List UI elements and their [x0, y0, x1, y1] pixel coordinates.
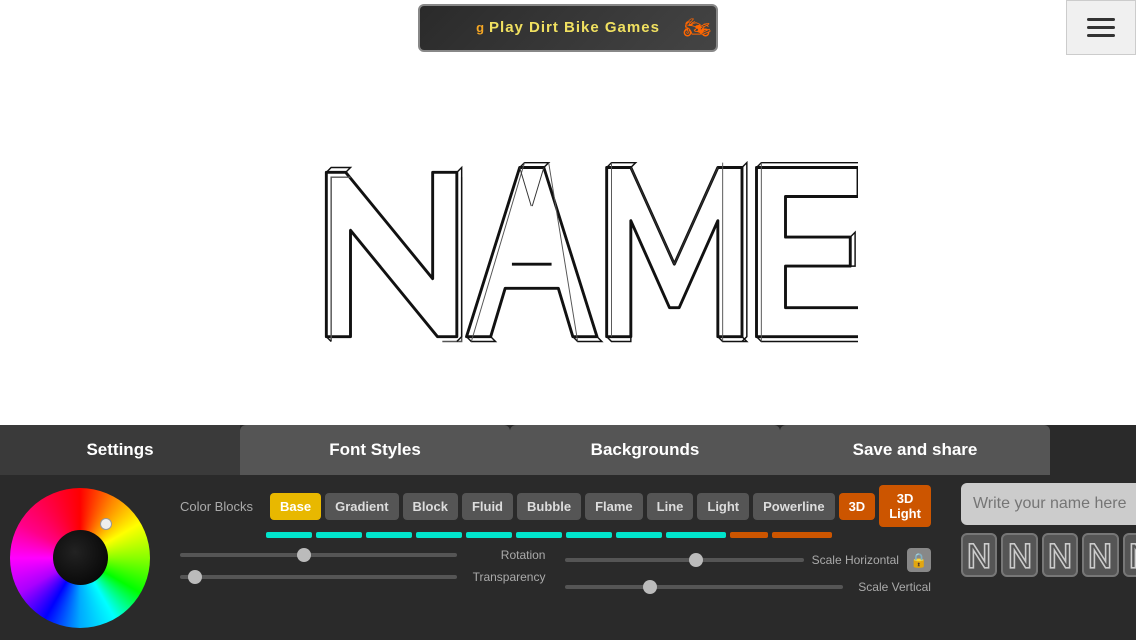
tabs-row: Settings Font Styles Backgrounds Save an… [0, 425, 1136, 475]
top-banner: g Play Dirt Bike Games 🏍 [0, 0, 1136, 55]
tab-backgrounds[interactable]: Backgrounds [510, 425, 780, 475]
rotation-thumb[interactable] [297, 548, 311, 562]
transparency-thumb[interactable] [188, 570, 202, 584]
menu-bar-3 [1087, 34, 1115, 37]
content-area: Color Blocks Base Gradient Block Fluid B… [0, 475, 1136, 640]
letter-btn-2[interactable] [1001, 533, 1037, 577]
letter-n-1 [326, 168, 461, 342]
transparency-slider-row: Transparency [180, 570, 545, 584]
font-btn-fluid[interactable]: Fluid [462, 493, 513, 520]
letter-btn-3[interactable] [1042, 533, 1078, 577]
letter-m [607, 163, 747, 342]
rotation-track[interactable] [180, 553, 457, 557]
font-btn-powerline[interactable]: Powerline [753, 493, 834, 520]
letter-btn-4[interactable] [1082, 533, 1118, 577]
color-bar-light [616, 532, 662, 538]
font-btn-flame[interactable]: Flame [585, 493, 643, 520]
left-sliders: Rotation Transparency [180, 548, 545, 594]
menu-bar-1 [1087, 18, 1115, 21]
graffiti-container [278, 90, 858, 390]
color-bar-3d [730, 532, 768, 538]
color-bar-fluid [416, 532, 462, 538]
name-input[interactable] [961, 483, 1136, 525]
right-section [951, 475, 1136, 640]
banner-ad[interactable]: g Play Dirt Bike Games 🏍 [418, 4, 718, 52]
letter-btn-1[interactable] [961, 533, 997, 577]
color-wheel[interactable] [10, 488, 150, 628]
canvas-area [0, 55, 1136, 425]
scale-v-slider-row: Scale Vertical [565, 580, 930, 594]
font-btn-bubble[interactable]: Bubble [517, 493, 581, 520]
graffiti-svg [278, 95, 858, 385]
font-buttons-row: Color Blocks Base Gradient Block Fluid B… [180, 485, 931, 527]
tab-font-styles[interactable]: Font Styles [240, 425, 510, 475]
right-sliders: Scale Horizontal 🔒 Scale Vertical [565, 548, 930, 594]
banner-ad-text: Play Dirt Bike Games [489, 19, 660, 36]
rotation-slider-row: Rotation [180, 548, 545, 562]
scale-h-track[interactable] [565, 558, 803, 562]
letter-buttons-row [961, 533, 1136, 577]
banner-g-icon: g [476, 20, 484, 35]
menu-bar-2 [1087, 26, 1115, 29]
tab-save-share[interactable]: Save and share [780, 425, 1050, 475]
font-btn-3dlight[interactable]: 3D Light [879, 485, 931, 527]
scale-v-label: Scale Vertical [851, 580, 931, 594]
color-wheel-section [0, 475, 160, 640]
color-bar-block [366, 532, 412, 538]
scale-v-thumb[interactable] [643, 580, 657, 594]
font-btn-base[interactable]: Base [270, 493, 321, 520]
letter-e [757, 163, 859, 342]
scale-h-thumb[interactable] [689, 553, 703, 567]
color-bar-line [566, 532, 612, 538]
color-bar-flame [516, 532, 562, 538]
font-btn-gradient[interactable]: Gradient [325, 493, 398, 520]
font-btn-3d[interactable]: 3D [839, 493, 876, 520]
color-bar-bubble [466, 532, 512, 538]
color-wheel-inner [53, 530, 108, 585]
scale-h-slider-row: Scale Horizontal 🔒 [565, 548, 930, 572]
color-bar-gradient [316, 532, 362, 538]
color-bar-base [266, 532, 312, 538]
bike-icon: 🏍 [683, 15, 711, 41]
bottom-panel: Settings Font Styles Backgrounds Save an… [0, 425, 1136, 640]
color-bars-row [266, 532, 931, 538]
menu-button[interactable] [1066, 0, 1136, 55]
color-wheel-dot [100, 518, 112, 530]
rotation-label: Rotation [465, 548, 545, 562]
lock-icon[interactable]: 🔒 [907, 548, 931, 572]
sliders-section: Rotation Transparency Scale Hori [180, 548, 931, 594]
color-bar-3dlight [772, 532, 832, 538]
tab-settings[interactable]: Settings [0, 425, 240, 475]
transparency-label: Transparency [465, 570, 545, 584]
font-btn-line[interactable]: Line [647, 493, 694, 520]
font-btn-block[interactable]: Block [403, 493, 458, 520]
color-blocks-label: Color Blocks [180, 499, 260, 514]
font-btn-light[interactable]: Light [697, 493, 749, 520]
letter-a [467, 163, 602, 342]
transparency-track[interactable] [180, 575, 457, 579]
color-bar-powerline [666, 532, 726, 538]
letter-btn-5[interactable] [1123, 533, 1136, 577]
scale-h-label: Scale Horizontal [812, 553, 899, 567]
scale-v-track[interactable] [565, 585, 842, 589]
controls-section: Color Blocks Base Gradient Block Fluid B… [160, 475, 951, 640]
